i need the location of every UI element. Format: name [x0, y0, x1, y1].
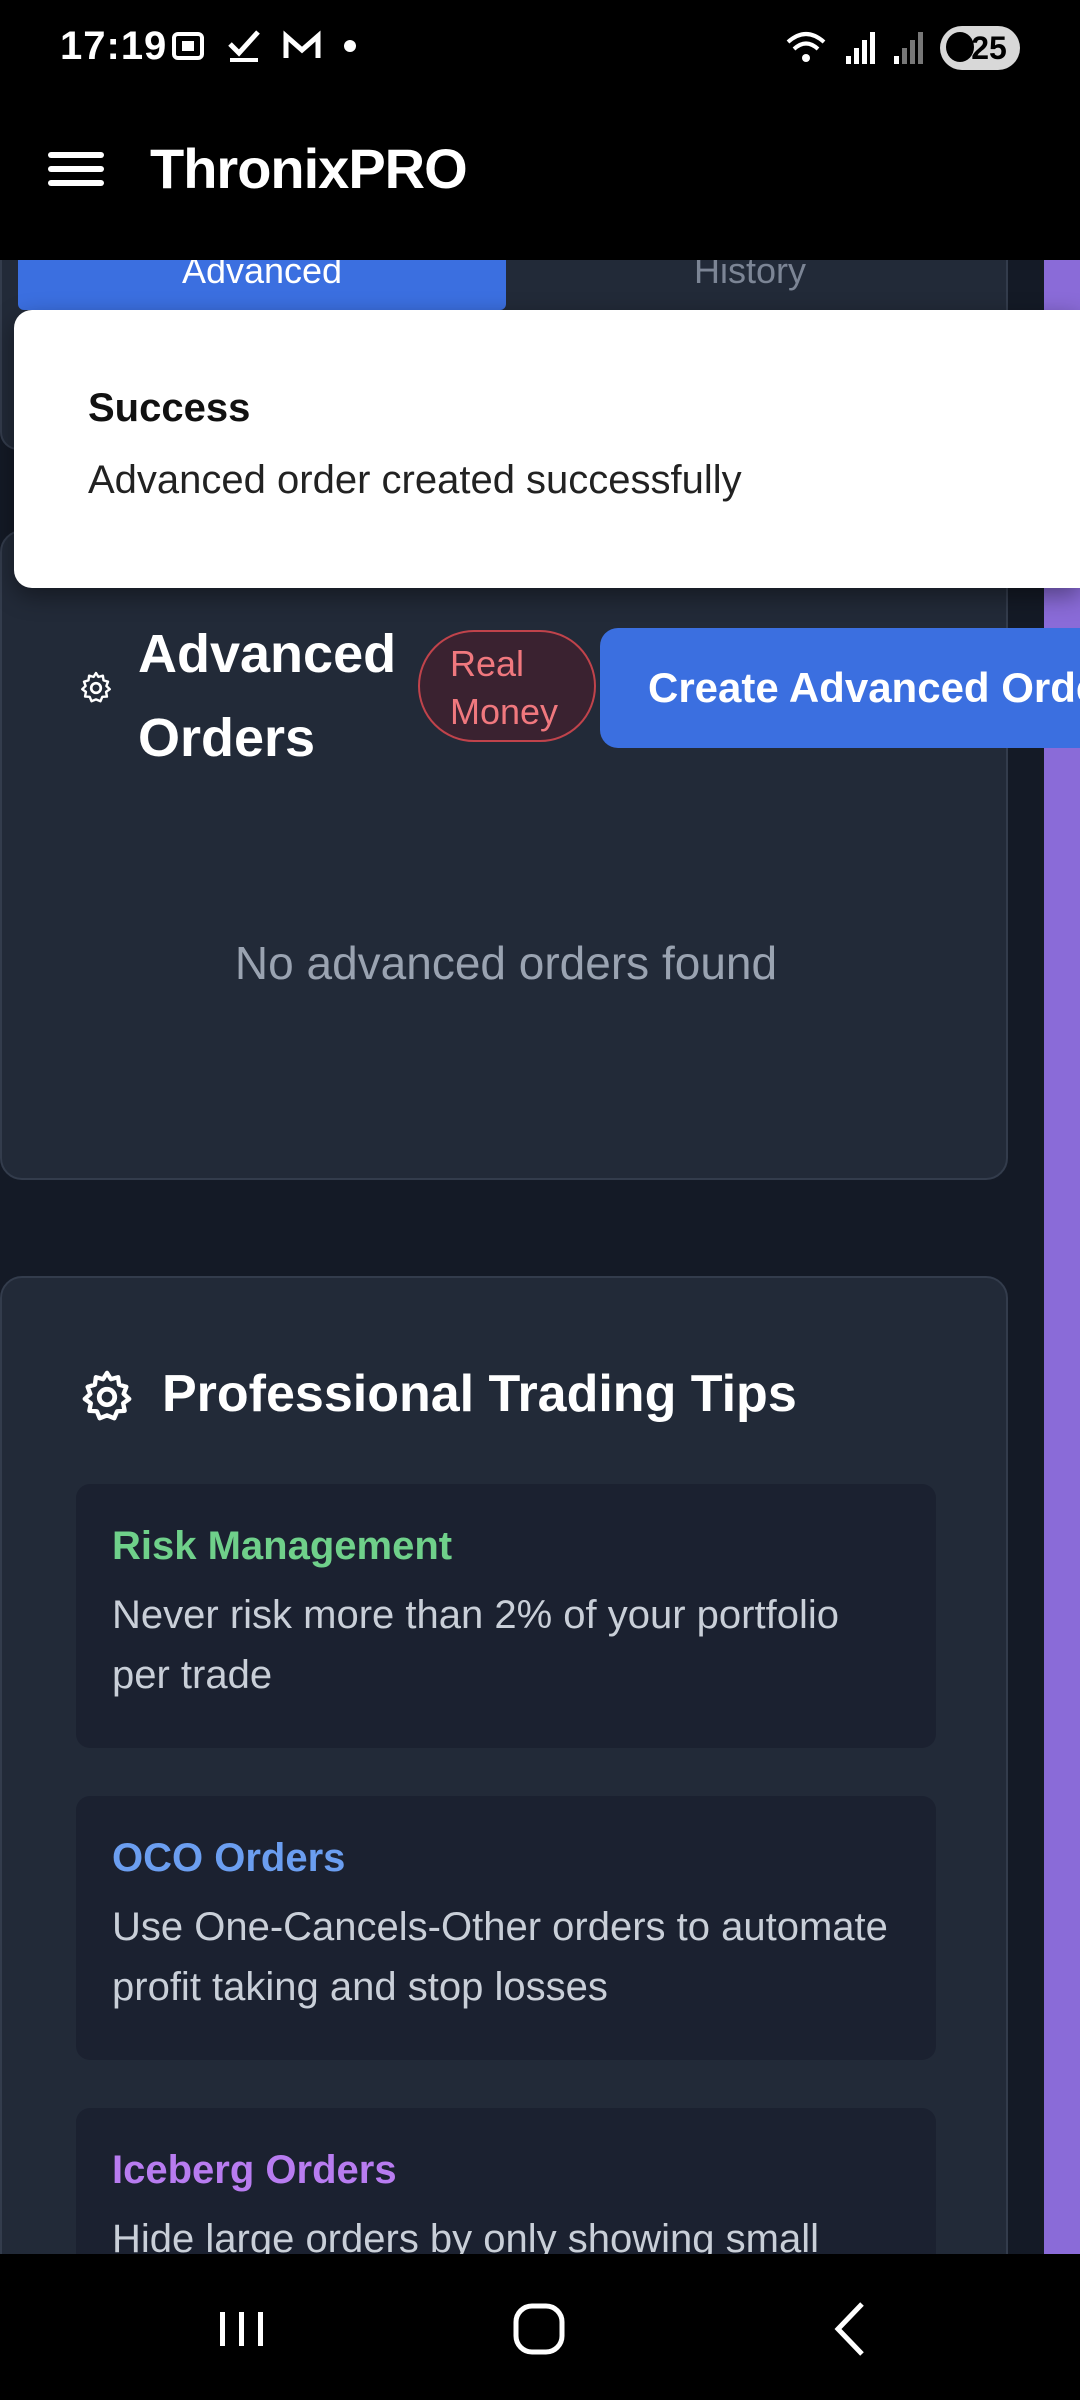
system-icons: 25 — [784, 26, 1020, 70]
recent-apps-icon[interactable] — [202, 2294, 282, 2364]
dot-icon — [344, 40, 356, 52]
advanced-orders-card: Advanced Orders Real Money Create Advanc… — [0, 530, 1080, 1180]
check-icon — [228, 30, 260, 62]
charging-icon — [946, 32, 974, 62]
tip-title: Risk Management — [112, 1524, 453, 1568]
system-nav-bar — [0, 2254, 1080, 2400]
trading-tips-card: Professional Trading Tips Risk Managemen… — [0, 1276, 1008, 2372]
create-advanced-order-button[interactable]: Create Advanced Order — [600, 628, 1080, 748]
wifi-icon — [786, 32, 826, 62]
battery-indicator: 25 — [940, 26, 1020, 70]
battery-level: 25 — [971, 29, 1007, 66]
toast-message: Advanced order created successfully — [88, 458, 742, 502]
tip-title: OCO Orders — [112, 1836, 346, 1880]
trading-tips-title: Professional Trading Tips — [162, 1365, 797, 1423]
advanced-orders-title: Advanced Orders — [138, 624, 397, 768]
tip-description: Never risk more than 2% of your portfoli… — [112, 1593, 839, 1697]
tip-title: Iceberg Orders — [112, 2148, 397, 2192]
status-time: 17:19 — [60, 24, 168, 68]
tip-description: Use One-Cancels-Other orders to automate… — [112, 1905, 888, 2009]
toast-title: Success — [88, 386, 251, 430]
gear-icon — [82, 1370, 132, 1421]
notification-icons — [170, 28, 358, 64]
menu-icon[interactable] — [48, 144, 104, 200]
home-icon[interactable] — [500, 2294, 580, 2364]
screenshot-icon — [172, 32, 204, 60]
status-bar: 17:19 25 — [0, 0, 1080, 100]
tip-oco-orders: OCO Orders Use One-Cancels-Other orders … — [76, 1796, 936, 2060]
signal-weak-icon — [894, 32, 923, 64]
gear-icon — [81, 671, 111, 703]
tip-risk-management: Risk Management Never risk more than 2% … — [76, 1484, 936, 1748]
real-money-badge: Real Money — [418, 630, 596, 742]
app-title: ThronixPRO — [150, 137, 468, 200]
signal-icon — [846, 32, 875, 64]
success-toast[interactable]: Success Advanced order created successfu… — [14, 310, 1080, 588]
back-icon[interactable] — [810, 2294, 890, 2364]
gmail-icon — [283, 30, 321, 58]
app-bar: ThronixPRO — [0, 100, 1080, 260]
empty-orders-message: No advanced orders found — [234, 937, 778, 989]
